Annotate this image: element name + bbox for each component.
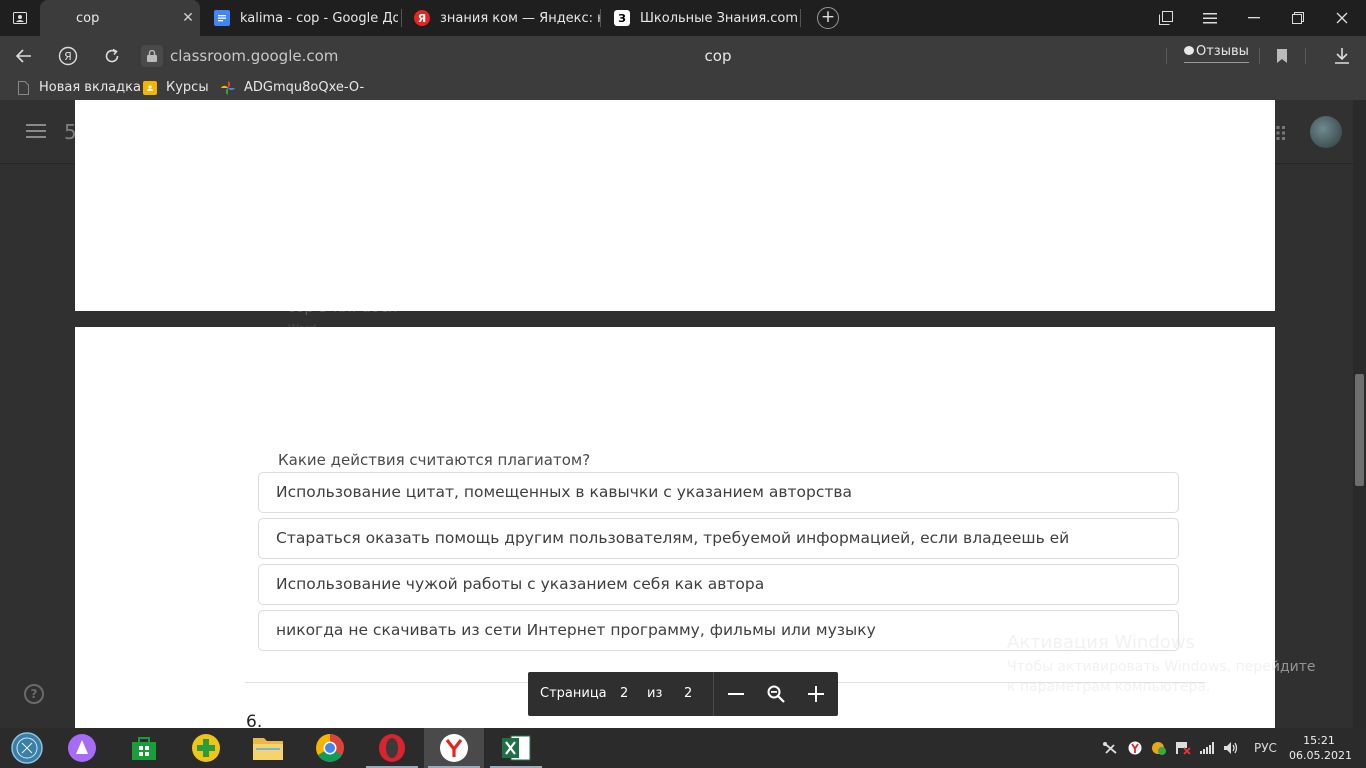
zoom-in-icon[interactable]: [804, 682, 828, 706]
tab-google-docs[interactable]: kalima - сор - Google Док: [200, 0, 398, 36]
tab-title: знания ком — Яндекс: на: [440, 10, 600, 26]
classroom-icon: [143, 80, 157, 95]
tray-network-tool-icon[interactable]: [1102, 740, 1118, 756]
back-icon[interactable]: [10, 42, 38, 70]
tray-volume-icon[interactable]: [1223, 740, 1239, 756]
separator: [1259, 48, 1260, 64]
page-icon: [16, 80, 30, 95]
of-label: из: [647, 686, 663, 701]
chat-bubble-icon: [1184, 46, 1194, 55]
store-icon[interactable]: [114, 728, 174, 768]
watermark-title: Активация Windows: [1007, 632, 1195, 653]
scrollbar-thumb[interactable]: [1355, 374, 1364, 486]
tray-signal-icon[interactable]: [1199, 740, 1215, 756]
url-text[interactable]: classroom.google.com: [170, 47, 338, 65]
tabs-overview-icon[interactable]: [1144, 0, 1188, 36]
excel-icon[interactable]: [486, 728, 546, 768]
menu-icon[interactable]: [1188, 0, 1232, 36]
google-photos-icon: [221, 80, 235, 95]
next-question-number: 6.: [246, 712, 263, 728]
tab-znanija[interactable]: З Школьные Знания.com -: [600, 0, 800, 36]
close-tab-icon[interactable]: ✕: [176, 10, 200, 26]
file-explorer-icon[interactable]: [238, 728, 298, 768]
clock-date: 06.05.2021: [1289, 749, 1352, 762]
system-clock[interactable]: 15:21 06.05.2021: [1289, 733, 1352, 763]
separator: [713, 672, 714, 716]
help-icon[interactable]: ?: [24, 684, 44, 704]
tray-antivirus-icon[interactable]: [1151, 740, 1167, 756]
total-pages: 2: [684, 686, 693, 701]
page-label: Страница: [540, 686, 607, 701]
answer-option-2: Стараться оказать помощь другим пользова…: [258, 518, 1179, 559]
page-viewport: 5 сор 5 кл. docx Word ? Какие действия с…: [0, 100, 1366, 728]
reload-icon[interactable]: [98, 42, 126, 70]
avatar[interactable]: [1310, 116, 1342, 148]
chrome-icon[interactable]: [300, 728, 360, 768]
yandex-icon: Я: [414, 10, 430, 26]
bookmark-label: Новая вкладка: [39, 80, 141, 95]
bookmark-item[interactable]: Курсы: [143, 80, 209, 95]
feedback-button[interactable]: Отзывы: [1184, 44, 1249, 63]
answer-option-3: Использование чужой работы с указанием с…: [258, 564, 1179, 605]
tab-active[interactable]: сор ✕: [40, 0, 200, 36]
document-page-1: [75, 100, 1275, 311]
new-tab-button[interactable]: +: [817, 7, 839, 29]
yandex-browser-icon[interactable]: [424, 728, 484, 768]
bookmark-label: Курсы: [166, 80, 209, 95]
bookmark-item[interactable]: Новая вкладка: [16, 80, 141, 95]
opera-icon[interactable]: [362, 728, 422, 768]
windows-taskbar: РУС 15:21 06.05.2021: [0, 728, 1366, 768]
clock-time: 15:21: [1303, 734, 1335, 747]
tab-title: сор: [76, 10, 100, 26]
address-bar: Я classroom.google.com сор Отзывы: [0, 36, 1366, 76]
tab-separator: [800, 9, 801, 27]
browser-tab-bar: сор ✕ kalima - сор - Google Док Я знания…: [0, 0, 1366, 36]
bookmark-label: ADGmqu8oQxe-O-: [244, 80, 365, 95]
restore-icon[interactable]: [1276, 0, 1320, 36]
tab-title: kalima - сор - Google Док: [240, 10, 398, 26]
separator: [1166, 48, 1167, 64]
tray-flag-icon[interactable]: [1175, 740, 1191, 756]
plus-app-icon[interactable]: [176, 728, 236, 768]
question-text: Какие действия считаются плагиатом?: [278, 451, 591, 469]
start-button[interactable]: [0, 728, 54, 768]
lock-icon[interactable]: [141, 45, 163, 67]
zoom-fit-icon[interactable]: [764, 682, 788, 706]
watermark-text: Чтобы активировать Windows, перейдите к …: [1007, 659, 1316, 695]
separator: [1305, 48, 1306, 64]
windows-activation-watermark: Активация Windows Чтобы активировать Win…: [1007, 632, 1327, 697]
yandex-home-icon[interactable]: Я: [54, 42, 82, 70]
language-indicator[interactable]: РУС: [1254, 741, 1277, 755]
hamburger-menu-icon[interactable]: [26, 124, 46, 138]
screen: { "browser": { "tabs": [ {"title": "сор"…: [0, 0, 1366, 768]
zoom-out-icon[interactable]: [724, 682, 748, 706]
tab-yandex-search[interactable]: Я знания ком — Яндекс: на: [400, 0, 600, 36]
pdf-toolbar: Страница 2 из 2: [528, 672, 838, 716]
current-page[interactable]: 2: [620, 686, 628, 701]
bookmark-item[interactable]: ADGmqu8oQxe-O-: [221, 80, 364, 95]
minimize-icon[interactable]: [1232, 0, 1276, 36]
alice-icon[interactable]: [52, 728, 112, 768]
tab-title: Школьные Знания.com -: [640, 10, 800, 26]
bookmarks-bar: Новая вкладка Курсы ADGmqu8oQxe-O-: [0, 76, 1366, 100]
bookmark-icon[interactable]: [1268, 42, 1296, 70]
tray-yandex-icon[interactable]: [1127, 740, 1143, 756]
svg-text:Я: Я: [64, 50, 72, 63]
feedback-label: Отзывы: [1196, 44, 1249, 59]
znanija-icon: З: [614, 10, 630, 26]
close-window-icon[interactable]: [1320, 0, 1364, 36]
google-docs-icon: [214, 10, 230, 26]
profile-icon[interactable]: [0, 0, 40, 36]
download-icon[interactable]: [1328, 42, 1356, 70]
answer-option-1: Использование цитат, помещенных в кавычк…: [258, 472, 1179, 513]
